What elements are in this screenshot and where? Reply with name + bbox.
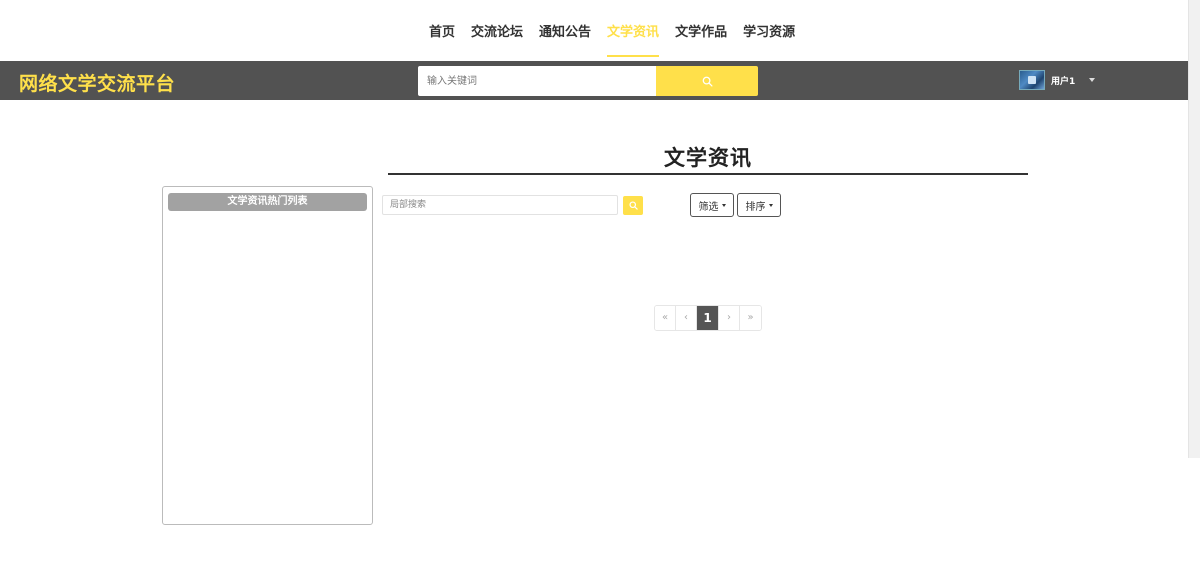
page-title: 文学资讯 <box>388 142 1028 175</box>
page-current-button[interactable]: 1 <box>697 306 719 330</box>
local-search-input[interactable] <box>382 195 618 215</box>
filter-dropdown-button[interactable]: 筛选 <box>690 193 734 217</box>
page-next-button[interactable]: › <box>719 306 740 330</box>
global-search <box>418 66 758 96</box>
chevron-down-icon <box>721 203 726 207</box>
user-name: 用户1 <box>1051 76 1076 87</box>
user-menu[interactable]: 用户1 <box>1019 65 1096 95</box>
header-bar: 网络文学交流平台 用户1 <box>0 61 1195 100</box>
nav-item-announcements[interactable]: 通知公告 <box>531 0 599 61</box>
page-first-button[interactable]: « <box>655 306 676 330</box>
nav-links: 首页 交流论坛 通知公告 文学资讯 文学作品 学习资源 <box>421 0 803 61</box>
filter-label: 筛选 <box>698 201 719 213</box>
page-prev-button[interactable]: ‹ <box>676 306 697 330</box>
nav-item-learning-resources[interactable]: 学习资源 <box>735 0 803 61</box>
nav-item-literary-works[interactable]: 文学作品 <box>667 0 735 61</box>
avatar <box>1019 70 1045 90</box>
site-logo[interactable]: 网络文学交流平台 <box>19 69 175 96</box>
global-search-button[interactable] <box>656 66 758 96</box>
page-last-button[interactable]: » <box>740 306 761 330</box>
chevron-down-icon <box>768 203 773 207</box>
sort-dropdown-button[interactable]: 排序 <box>737 193 781 217</box>
nav-item-home[interactable]: 首页 <box>421 0 463 61</box>
nav-item-literary-news[interactable]: 文学资讯 <box>599 0 667 61</box>
search-icon <box>628 201 638 210</box>
sort-label: 排序 <box>745 201 766 213</box>
pagination: « ‹ 1 › » <box>654 305 762 331</box>
top-navigation: 首页 交流论坛 通知公告 文学资讯 文学作品 学习资源 <box>0 0 1188 61</box>
nav-item-forum[interactable]: 交流论坛 <box>463 0 531 61</box>
scrollbar[interactable] <box>1188 0 1200 458</box>
local-search-button[interactable] <box>623 196 643 215</box>
caret-down-icon <box>1089 78 1096 82</box>
hot-list-panel: 文学资讯热门列表 <box>162 186 373 525</box>
hot-list-header: 文学资讯热门列表 <box>168 193 367 211</box>
global-search-input[interactable] <box>418 66 656 96</box>
search-icon <box>702 76 713 87</box>
